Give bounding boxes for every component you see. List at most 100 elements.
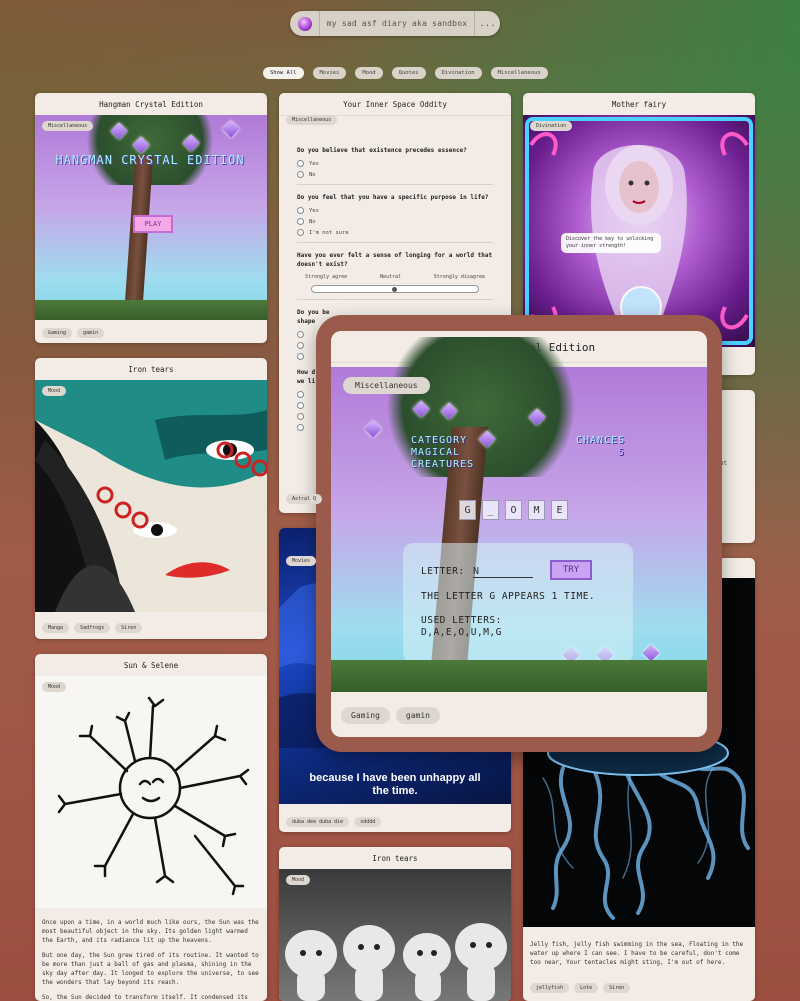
radio-button[interactable]	[297, 342, 304, 349]
category-badge: Mood	[286, 875, 311, 885]
category-badge: Mood	[42, 682, 67, 692]
radio-button[interactable]	[297, 353, 304, 360]
tag-siren[interactable]: Siren	[115, 623, 143, 633]
hangman-modal: Hangman Crystal Edition CATEGORY MAGICAL…	[331, 331, 707, 737]
agreement-slider[interactable]	[311, 285, 479, 293]
game-logo: HANGMAN CRYSTAL EDITION	[55, 153, 245, 167]
iron-tears-image	[35, 380, 267, 612]
card-title: Iron tears	[35, 358, 267, 381]
tag-lote[interactable]: Lote	[574, 983, 599, 993]
tag-siren[interactable]: Siren	[603, 983, 631, 993]
word-display: G _ O M E	[459, 500, 568, 520]
hangman-game: CATEGORY MAGICAL CREATURES CHANCES 5 G _…	[331, 337, 707, 692]
more-button[interactable]: ...	[474, 11, 500, 36]
fairy-caption: Discover the key to unlocking your inner…	[561, 233, 661, 253]
card-hangman[interactable]: Hangman Crystal Edition HANGMAN CRYSTAL …	[35, 93, 267, 343]
slider-handle[interactable]	[391, 287, 397, 292]
filter-quotes[interactable]: Quotes	[391, 67, 426, 79]
radio-button[interactable]	[297, 402, 304, 409]
letter-label: LETTER:	[421, 566, 465, 577]
question: Have you ever felt a sense of longing fo…	[297, 252, 493, 268]
sun-drawing	[35, 676, 267, 908]
category-badge: Miscellaneous	[343, 377, 430, 394]
result-message: THE LETTER G APPEARS 1 TIME.	[421, 591, 596, 602]
radio-button[interactable]	[297, 391, 304, 398]
used-letters-value: D,A,E,O,U,M,G	[421, 627, 502, 638]
tag-sadfrogs[interactable]: Sadfrogs	[74, 623, 111, 633]
option[interactable]: No	[297, 171, 493, 178]
filter-show-all[interactable]: Show All	[263, 67, 304, 79]
card-title: Your Inner Space Oddity	[279, 93, 511, 116]
category-badge: Divination	[530, 121, 573, 131]
letter-input[interactable]: N	[473, 566, 533, 578]
card-title: Iron tears	[279, 847, 511, 870]
radio-button[interactable]	[297, 331, 304, 338]
used-letters-label: USED LETTERS:	[421, 615, 502, 626]
filter-miscellaneous[interactable]: Miscellaneous	[490, 67, 548, 79]
letter-slot: E	[551, 500, 568, 520]
category-badge: Miscellaneous	[42, 121, 94, 131]
card-title: Mother fairy	[523, 93, 755, 116]
story-paragraph: But one day, the Sun grew tired of its r…	[42, 952, 259, 986]
filter-movies[interactable]: Movies	[312, 67, 347, 79]
radio-button[interactable]	[297, 413, 304, 420]
letter-slot: _	[482, 500, 499, 520]
option[interactable]: Yes	[297, 160, 493, 167]
card-sun-selene[interactable]: Sun & Selene Mood Once upon a time, in a…	[35, 654, 267, 1001]
tag-gamin[interactable]: gamin	[77, 328, 105, 338]
tag-gamin[interactable]: gamin	[395, 707, 440, 724]
radio-button[interactable]	[297, 229, 304, 236]
letter-slot: G	[459, 500, 476, 520]
movie-subtitle: because I have been unhappy all the time…	[309, 772, 481, 797]
chances-value: 5	[618, 447, 626, 458]
radio-button[interactable]	[297, 160, 304, 167]
tag-gaming[interactable]: Gaming	[42, 328, 73, 338]
story-paragraph: So, the Sun decided to transform itself.…	[42, 994, 248, 1001]
scale-labels: Strongly agree Neutral Strongly disagree	[305, 274, 485, 280]
question: Do you feel that you have a specific pur…	[297, 194, 489, 201]
card-iron-tears-2[interactable]: Iron tears Mood	[279, 847, 511, 1001]
play-button[interactable]: PLAY	[133, 215, 173, 233]
filter-divination[interactable]: Divination	[434, 67, 482, 79]
category-badge: Movies	[286, 556, 317, 566]
story-text: Once upon a time, in a world much like o…	[35, 912, 267, 1001]
tag-jellyfish[interactable]: jellyfish	[530, 983, 570, 993]
hangman-thumbnail: HANGMAN CRYSTAL EDITION PLAY	[35, 115, 267, 320]
poem-text: Jelly fish, jelly fish swimming in the s…	[530, 941, 744, 966]
card-iron-tears[interactable]: Iron tears Mood Manga Sadfrogs Siren	[35, 358, 267, 639]
category-value-line1: MAGICAL	[411, 447, 461, 458]
category-heading: CATEGORY	[411, 435, 468, 446]
tag-astral[interactable]: Astral Q	[286, 494, 323, 504]
option[interactable]: Yes	[297, 207, 493, 214]
question: Do you believe that existence precedes e…	[297, 147, 467, 154]
card-title: Sun & Selene	[35, 654, 267, 677]
option[interactable]: No	[297, 218, 493, 225]
tag-gaming[interactable]: Gaming	[341, 707, 390, 724]
guess-panel	[403, 543, 633, 663]
radio-button[interactable]	[297, 424, 304, 431]
option[interactable]: I'm not sure	[297, 229, 493, 236]
radio-button[interactable]	[297, 207, 304, 214]
letter-slot: O	[505, 500, 522, 520]
radio-button[interactable]	[297, 171, 304, 178]
chances-heading: CHANCES	[576, 435, 626, 446]
try-button[interactable]: TRY	[550, 560, 592, 580]
profile-bar: my sad asf diary aka sandbox ...	[290, 11, 500, 36]
radio-button[interactable]	[297, 218, 304, 225]
category-badge: Miscellaneous	[286, 115, 338, 125]
story-paragraph: Once upon a time, in a world much like o…	[42, 919, 259, 944]
site-title: my sad asf diary aka sandbox	[326, 19, 468, 28]
crystal-ball-icon	[297, 16, 312, 31]
category-value-line2: CREATURES	[411, 459, 475, 470]
letter-slot: M	[528, 500, 545, 520]
category-badge: Mood	[42, 386, 67, 396]
kodama-image	[279, 869, 511, 1001]
avatar[interactable]	[290, 11, 320, 36]
tag-manga[interactable]: Manga	[42, 623, 70, 633]
tag-xdddd[interactable]: xdddd	[354, 817, 382, 827]
filter-bar: Show All Movies Mood Quotes Divination M…	[263, 67, 548, 79]
filter-mood[interactable]: Mood	[355, 67, 383, 79]
card-title: Hangman Crystal Edition	[35, 93, 267, 116]
mother-fairy-image: Discover the key to unlocking your inner…	[523, 115, 755, 347]
tag-duba[interactable]: duba dee duba die	[286, 817, 350, 827]
